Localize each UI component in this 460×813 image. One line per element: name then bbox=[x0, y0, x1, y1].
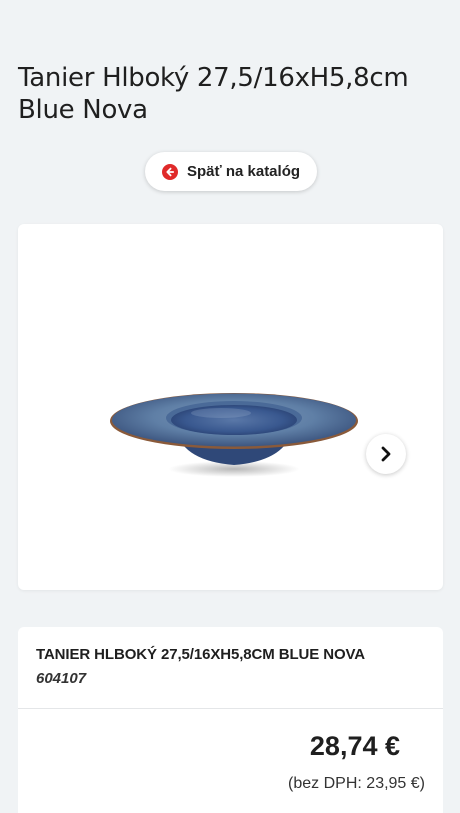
back-to-catalog-button[interactable]: Späť na katalóg bbox=[145, 152, 317, 191]
product-price-net: (bez DPH: 23,95 €) bbox=[288, 775, 425, 792]
product-name: TANIER HLBOKÝ 27,5/16XH5,8CM BLUE NOVA bbox=[36, 646, 366, 663]
product-price: 28,74 € bbox=[309, 731, 400, 761]
product-code: 604107 bbox=[36, 670, 87, 687]
chevron-right-icon bbox=[381, 446, 391, 462]
product-info-card: TANIER HLBOKÝ 27,5/16XH5,8CM BLUE NOVA 6… bbox=[18, 627, 443, 813]
back-button-label: Späť na katalóg bbox=[186, 163, 301, 180]
next-image-button[interactable] bbox=[366, 434, 406, 474]
page-title: Tanier Hlboký 27,5/16xH5,8cm Blue Nova bbox=[18, 63, 409, 125]
arrow-left-circle-icon bbox=[161, 163, 178, 180]
product-image bbox=[110, 393, 358, 477]
product-image-gallery bbox=[18, 224, 443, 590]
divider bbox=[18, 708, 443, 709]
